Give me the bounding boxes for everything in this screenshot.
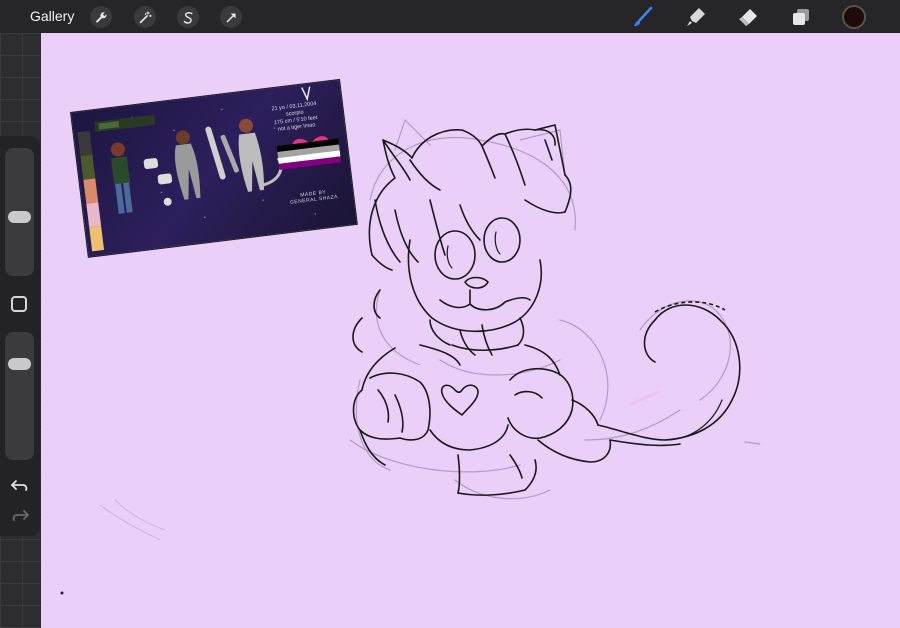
transform-icon[interactable] <box>220 6 242 28</box>
brush-size-slider[interactable] <box>5 148 34 276</box>
top-toolbar: Gallery <box>0 0 900 33</box>
brush-size-thumb[interactable] <box>8 211 31 224</box>
side-panel <box>0 136 40 536</box>
redo-icon[interactable] <box>10 506 30 526</box>
opacity-slider[interactable] <box>5 332 34 460</box>
gallery-button[interactable]: Gallery <box>30 8 74 24</box>
eraser-icon[interactable] <box>736 5 760 29</box>
modify-button[interactable] <box>11 296 27 312</box>
smudge-icon[interactable] <box>684 5 708 29</box>
undo-icon[interactable] <box>10 476 30 496</box>
magic-wand-icon[interactable] <box>134 6 156 28</box>
brush-icon[interactable] <box>631 5 655 29</box>
opacity-thumb[interactable] <box>8 357 31 370</box>
layers-icon[interactable] <box>789 5 813 29</box>
wrench-icon[interactable] <box>90 6 112 28</box>
selection-icon[interactable] <box>177 6 199 28</box>
color-picker-button[interactable] <box>842 5 866 29</box>
